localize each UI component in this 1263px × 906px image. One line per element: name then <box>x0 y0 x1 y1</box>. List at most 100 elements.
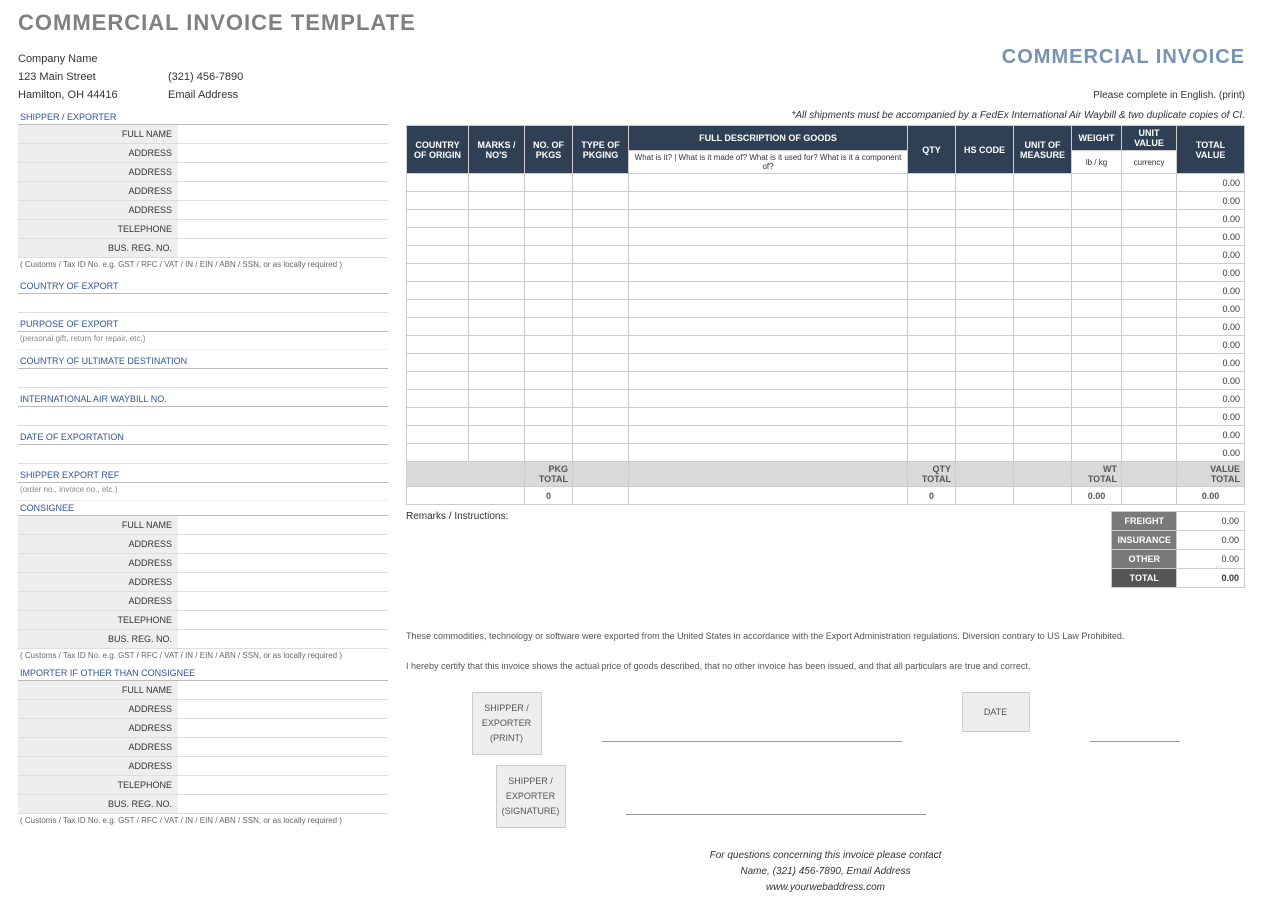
table-cell[interactable] <box>1122 336 1177 354</box>
table-cell[interactable] <box>908 228 956 246</box>
table-cell[interactable]: 0.00 <box>1177 336 1245 354</box>
table-cell[interactable] <box>1014 318 1072 336</box>
table-cell[interactable] <box>1072 174 1122 192</box>
table-cell[interactable] <box>469 318 525 336</box>
table-cell[interactable] <box>573 408 629 426</box>
table-cell[interactable] <box>629 426 908 444</box>
table-cell[interactable] <box>908 336 956 354</box>
table-cell[interactable] <box>629 390 908 408</box>
table-cell[interactable] <box>1072 318 1122 336</box>
table-cell[interactable]: 0.00 <box>1177 390 1245 408</box>
table-cell[interactable] <box>908 444 956 462</box>
table-cell[interactable] <box>956 264 1014 282</box>
table-cell[interactable] <box>525 390 573 408</box>
table-cell[interactable] <box>469 336 525 354</box>
table-cell[interactable] <box>1014 210 1072 228</box>
date-line[interactable] <box>1090 692 1180 742</box>
table-cell[interactable] <box>1014 174 1072 192</box>
table-cell[interactable] <box>469 354 525 372</box>
table-cell[interactable]: 0.00 <box>1177 264 1245 282</box>
table-cell[interactable] <box>629 354 908 372</box>
table-cell[interactable] <box>1014 426 1072 444</box>
table-cell[interactable] <box>469 282 525 300</box>
country-export-field[interactable] <box>18 294 388 313</box>
table-cell[interactable] <box>1122 390 1177 408</box>
table-cell[interactable] <box>1072 390 1122 408</box>
table-cell[interactable] <box>525 246 573 264</box>
table-cell[interactable]: 0.00 <box>1177 300 1245 318</box>
table-cell[interactable] <box>407 336 469 354</box>
table-cell[interactable]: 0.00 <box>1177 246 1245 264</box>
table-cell[interactable] <box>573 282 629 300</box>
table-cell[interactable]: 0.00 <box>1177 228 1245 246</box>
table-cell[interactable] <box>1014 192 1072 210</box>
table-cell[interactable] <box>407 174 469 192</box>
table-cell[interactable] <box>573 390 629 408</box>
table-cell[interactable] <box>956 426 1014 444</box>
table-cell[interactable] <box>908 390 956 408</box>
table-cell[interactable] <box>525 192 573 210</box>
table-cell[interactable] <box>1122 354 1177 372</box>
table-cell[interactable]: 0.00 <box>1177 354 1245 372</box>
table-cell[interactable] <box>525 408 573 426</box>
table-cell[interactable] <box>407 444 469 462</box>
table-cell[interactable] <box>469 264 525 282</box>
table-cell[interactable] <box>908 174 956 192</box>
table-cell[interactable] <box>1072 228 1122 246</box>
table-cell[interactable] <box>525 336 573 354</box>
table-cell[interactable] <box>469 408 525 426</box>
table-cell[interactable] <box>525 444 573 462</box>
table-cell[interactable] <box>525 228 573 246</box>
table-cell[interactable] <box>525 354 573 372</box>
table-cell[interactable] <box>956 390 1014 408</box>
table-cell[interactable] <box>908 354 956 372</box>
table-cell[interactable] <box>1122 300 1177 318</box>
table-cell[interactable] <box>573 228 629 246</box>
table-cell[interactable] <box>956 336 1014 354</box>
table-cell[interactable] <box>407 318 469 336</box>
table-cell[interactable] <box>469 192 525 210</box>
table-cell[interactable] <box>956 372 1014 390</box>
table-cell[interactable] <box>469 246 525 264</box>
table-cell[interactable] <box>629 372 908 390</box>
table-cell[interactable] <box>573 372 629 390</box>
table-cell[interactable] <box>1122 408 1177 426</box>
table-cell[interactable] <box>1072 282 1122 300</box>
date-export-field[interactable] <box>18 445 388 464</box>
table-cell[interactable] <box>1014 372 1072 390</box>
table-cell[interactable] <box>407 228 469 246</box>
table-cell[interactable] <box>629 228 908 246</box>
table-cell[interactable] <box>1122 282 1177 300</box>
table-cell[interactable] <box>469 228 525 246</box>
table-cell[interactable] <box>629 264 908 282</box>
table-cell[interactable] <box>407 426 469 444</box>
table-cell[interactable] <box>629 300 908 318</box>
table-cell[interactable] <box>1072 210 1122 228</box>
table-cell[interactable] <box>908 264 956 282</box>
table-cell[interactable] <box>956 408 1014 426</box>
table-cell[interactable] <box>525 282 573 300</box>
table-cell[interactable] <box>1072 264 1122 282</box>
table-cell[interactable] <box>525 264 573 282</box>
ultimate-field[interactable] <box>18 369 388 388</box>
table-cell[interactable] <box>908 408 956 426</box>
table-cell[interactable] <box>629 174 908 192</box>
table-cell[interactable]: 0.00 <box>1177 426 1245 444</box>
table-cell[interactable] <box>908 246 956 264</box>
table-cell[interactable] <box>1122 264 1177 282</box>
table-cell[interactable] <box>956 282 1014 300</box>
table-cell[interactable] <box>629 282 908 300</box>
table-cell[interactable] <box>469 372 525 390</box>
table-cell[interactable] <box>573 246 629 264</box>
table-cell[interactable] <box>573 336 629 354</box>
table-cell[interactable] <box>407 192 469 210</box>
table-cell[interactable] <box>1014 264 1072 282</box>
table-cell[interactable] <box>1122 210 1177 228</box>
table-cell[interactable] <box>407 408 469 426</box>
table-cell[interactable] <box>1072 354 1122 372</box>
table-cell[interactable]: 0.00 <box>1177 408 1245 426</box>
table-cell[interactable] <box>629 246 908 264</box>
table-cell[interactable] <box>469 444 525 462</box>
table-cell[interactable] <box>525 300 573 318</box>
table-cell[interactable] <box>1014 246 1072 264</box>
